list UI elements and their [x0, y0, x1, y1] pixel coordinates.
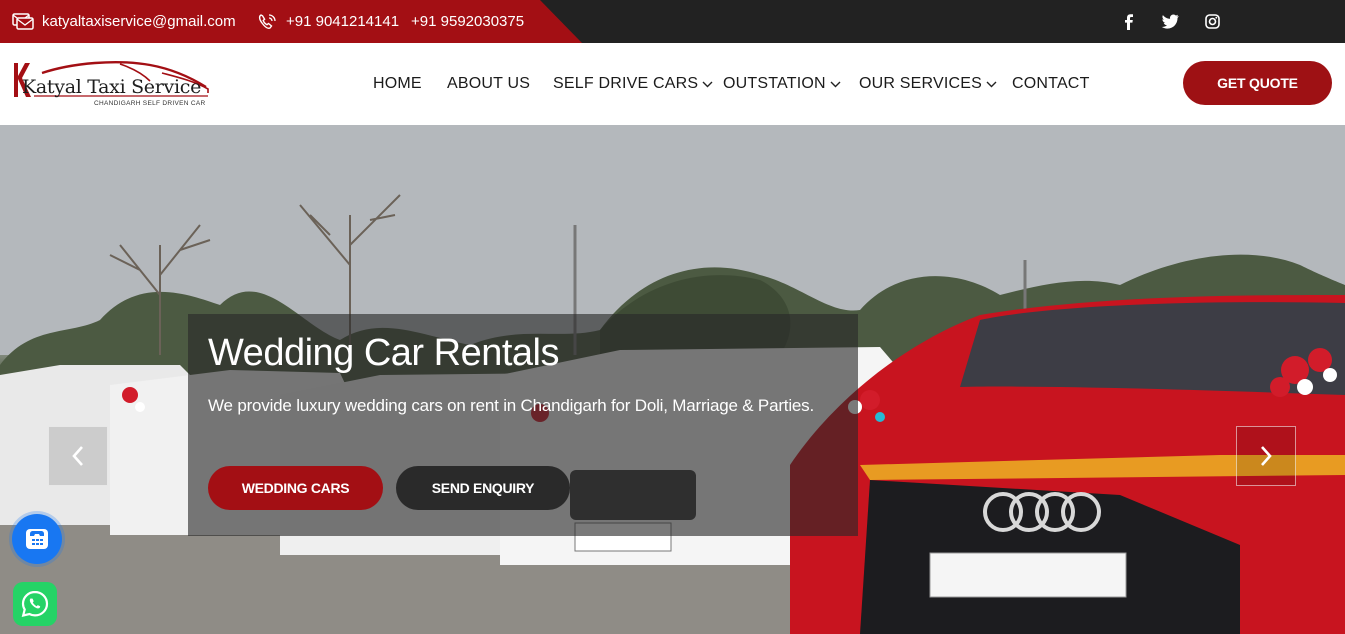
- send-enquiry-button[interactable]: SEND ENQUIRY: [396, 466, 570, 510]
- slider-next-button[interactable]: [1236, 426, 1296, 486]
- nav-contact-label: CONTACT: [1012, 75, 1090, 92]
- nav-contact[interactable]: CONTACT: [1012, 43, 1090, 125]
- phone-ring-icon: [258, 13, 276, 29]
- nav-outstation[interactable]: OUTSTATION: [723, 43, 841, 125]
- get-quote-button[interactable]: GET QUOTE: [1183, 61, 1332, 105]
- hero-title: Wedding Car Rentals: [208, 332, 559, 374]
- nav-about-us-label: ABOUT US: [447, 75, 531, 92]
- chevron-left-icon: [72, 446, 83, 466]
- wedding-cars-button[interactable]: WEDDING CARS: [208, 466, 383, 510]
- hero-caption-box: Wedding Car Rentals We provide luxury we…: [188, 314, 858, 536]
- hero-description: We provide luxury wedding cars on rent i…: [208, 396, 814, 415]
- nav-outstation-label: OUTSTATION: [723, 75, 826, 92]
- nav-home-label: HOME: [373, 75, 422, 92]
- chevron-down-icon: [986, 81, 997, 87]
- instagram-link[interactable]: [1205, 0, 1220, 43]
- chevron-right-icon: [1261, 446, 1272, 466]
- top-bar: katyaltaxiservice@gmail.com +91 90412141…: [0, 0, 1345, 43]
- phone-icon: [26, 529, 48, 549]
- nav-self-drive-cars[interactable]: SELF DRIVE CARS: [553, 43, 713, 125]
- facebook-icon: [1125, 13, 1133, 30]
- slider-prev-button[interactable]: [48, 426, 108, 486]
- top-phone-1[interactable]: +91 9041214141: [286, 13, 399, 30]
- logo-tagline: CHANDIGARH SELF DRIVEN CAR: [94, 100, 206, 107]
- hero-slider: Wedding Car Rentals We provide luxury we…: [0, 125, 1345, 634]
- chevron-down-icon: [702, 81, 713, 87]
- top-phone-links[interactable]: +91 9041214141 +91 9592030375: [256, 0, 524, 43]
- logo[interactable]: Katyal Taxi Service CHANDIGARH SELF DRIV…: [12, 59, 210, 111]
- floating-call-button[interactable]: [12, 514, 62, 564]
- twitter-icon: [1161, 14, 1179, 29]
- whatsapp-icon: [21, 590, 49, 617]
- chevron-down-icon: [830, 81, 841, 87]
- nav-home[interactable]: HOME: [373, 43, 422, 125]
- floating-whatsapp-button[interactable]: [13, 582, 57, 626]
- nav-about-us[interactable]: ABOUT US: [447, 43, 530, 125]
- top-phone-2[interactable]: +91 9592030375: [411, 13, 524, 30]
- twitter-link[interactable]: [1161, 0, 1179, 43]
- nav-self-drive-cars-label: SELF DRIVE CARS: [553, 75, 699, 92]
- email-icon: [12, 12, 34, 30]
- nav-our-services[interactable]: OUR SERVICES: [859, 43, 997, 125]
- top-email-text: katyaltaxiservice@gmail.com: [42, 13, 236, 30]
- instagram-icon: [1205, 14, 1220, 29]
- main-header: Katyal Taxi Service CHANDIGARH SELF DRIV…: [0, 43, 1345, 125]
- top-email-link[interactable]: katyaltaxiservice@gmail.com: [12, 0, 236, 43]
- facebook-link[interactable]: [1123, 0, 1135, 43]
- nav-our-services-label: OUR SERVICES: [859, 75, 983, 92]
- logo-name: Katyal Taxi Service: [22, 76, 202, 98]
